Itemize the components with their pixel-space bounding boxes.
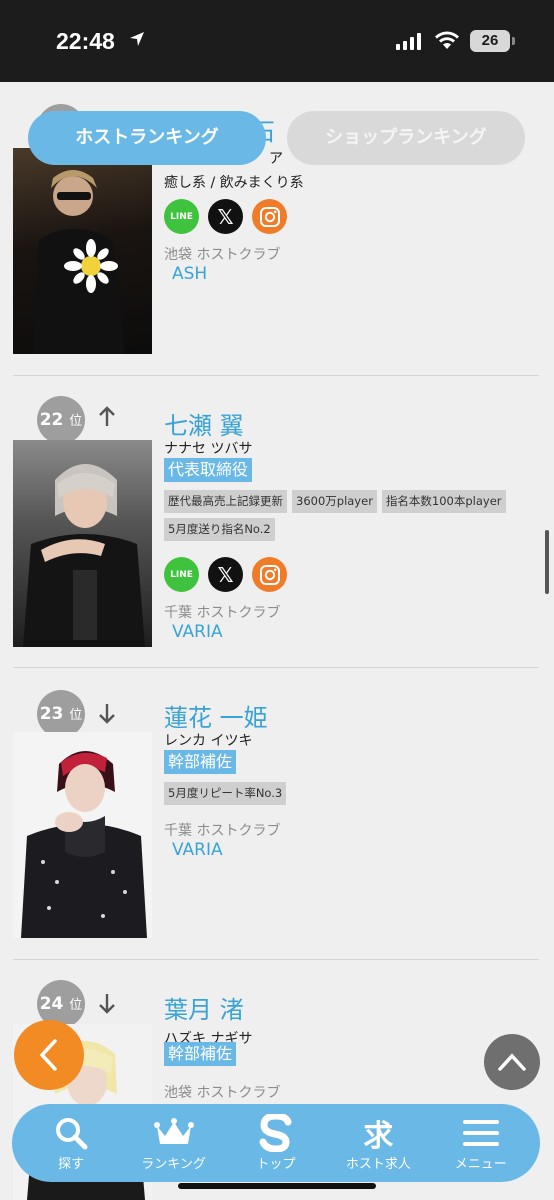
search-icon xyxy=(54,1114,88,1152)
ranking-card[interactable]: 23 位 蓮花 一姫 レンカ イツキ 幹部補佐 5月度リピート率No.3 千葉 … xyxy=(13,668,539,960)
shop-area: 千葉 ホストクラブ xyxy=(164,605,281,621)
host-photo[interactable] xyxy=(13,732,152,938)
rank-number: 23 xyxy=(39,704,64,724)
host-tag: 5月度リピート率No.3 xyxy=(164,782,287,805)
rank-suffix: 位 xyxy=(69,998,83,1013)
nav-recruit-label: ホスト求人 xyxy=(345,1157,411,1172)
nav-top-label: トップ xyxy=(256,1157,296,1172)
rank-badge: 23 位 xyxy=(37,690,85,738)
host-kana: ナナセ ツバサ xyxy=(164,441,253,457)
ranking-card[interactable]: 22 位 七瀬 翼 ナナセ ツバサ 代表取締役 歴代最高売上記録更新 3600万… xyxy=(13,376,539,668)
host-photo[interactable] xyxy=(13,148,152,354)
instagram-icon[interactable] xyxy=(252,199,287,234)
back-button[interactable] xyxy=(14,1020,84,1090)
rank-suffix: 位 xyxy=(69,414,83,429)
chevron-left-icon xyxy=(39,1039,57,1071)
nav-ranking-label: ランキング xyxy=(141,1157,206,1172)
host-tags: 歴代最高売上記録更新 3600万player 指名本数100本player 5月… xyxy=(164,490,524,541)
nav-menu-label: メニュー xyxy=(454,1157,507,1172)
menu-icon xyxy=(462,1114,500,1152)
host-name[interactable]: 蓮花 一姫 xyxy=(164,698,268,733)
bottom-navigation: 探す ランキング トップ 求 ホスト求人 メニュー xyxy=(12,1104,540,1182)
shop-name-link[interactable]: VARIA xyxy=(172,622,223,642)
wifi-icon xyxy=(434,30,460,54)
nav-ranking[interactable]: ランキング xyxy=(126,1114,222,1172)
social-links: LINE 𝕏 xyxy=(164,199,287,234)
host-tag: 歴代最高売上記録更新 xyxy=(164,490,287,513)
host-role-badge: 幹部補佐 xyxy=(164,1042,237,1066)
tab-host-ranking[interactable]: ホストランキング xyxy=(28,111,266,165)
host-role-badge: 代表取締役 xyxy=(164,458,253,482)
trend-down-icon xyxy=(97,992,117,1019)
kyu-icon: 求 xyxy=(363,1119,394,1154)
scroll-to-top-button[interactable] xyxy=(484,1034,540,1090)
battery-indicator: 26 xyxy=(470,30,515,52)
x-icon[interactable]: 𝕏 xyxy=(208,199,243,234)
location-arrow-icon xyxy=(128,30,146,52)
shop-area: 池袋 ホストクラブ xyxy=(164,1085,281,1101)
shop-name-link[interactable]: VARIA xyxy=(172,840,223,860)
trend-down-icon xyxy=(97,702,117,729)
shop-area: 池袋 ホストクラブ xyxy=(164,247,281,263)
host-tag: 指名本数100本player xyxy=(381,490,506,513)
trend-up-icon xyxy=(97,406,117,433)
host-kana: ア xyxy=(269,151,283,167)
line-icon[interactable]: LINE xyxy=(164,557,199,592)
nav-search[interactable]: 探す xyxy=(23,1114,119,1172)
host-role-badge: 幹部補佐 xyxy=(164,750,237,774)
rank-number: 22 xyxy=(39,410,64,430)
shop-name-link[interactable]: ASH xyxy=(172,264,207,284)
nav-recruit[interactable]: 求 ホスト求人 xyxy=(330,1114,426,1172)
rank-badge: 22 位 xyxy=(37,396,85,444)
host-kana: レンカ イツキ xyxy=(164,733,253,749)
cellular-signal-icon xyxy=(396,32,421,50)
nav-top[interactable]: トップ xyxy=(228,1114,324,1172)
scrollbar-thumb[interactable] xyxy=(545,530,549,594)
host-tag: 3600万player xyxy=(292,490,377,513)
x-icon[interactable]: 𝕏 xyxy=(208,557,243,592)
line-icon[interactable]: LINE xyxy=(164,199,199,234)
status-bar: 22:48 26 xyxy=(0,0,554,82)
rank-suffix: 位 xyxy=(69,708,83,723)
home-indicator xyxy=(178,1183,376,1189)
host-name[interactable]: 七瀬 翼 xyxy=(164,406,244,441)
host-photo[interactable] xyxy=(13,440,152,647)
status-time: 22:48 xyxy=(56,28,115,54)
s-logo-icon xyxy=(258,1114,294,1152)
instagram-icon[interactable] xyxy=(252,557,287,592)
crown-icon xyxy=(153,1114,194,1152)
host-tags: 5月度リピート率No.3 xyxy=(164,782,524,805)
tab-shop-ranking[interactable]: ショップランキング xyxy=(287,111,525,165)
social-links: LINE 𝕏 xyxy=(164,557,287,592)
host-tagline: 癒し系 / 飲みまくり系 xyxy=(164,175,304,191)
nav-menu[interactable]: メニュー xyxy=(433,1114,529,1172)
host-name[interactable]: 葉月 渚 xyxy=(164,990,244,1025)
nav-search-label: 探す xyxy=(58,1157,85,1172)
chevron-up-icon xyxy=(498,1053,526,1071)
rank-number: 24 xyxy=(39,994,64,1014)
host-tag: 5月度送り指名No.2 xyxy=(164,518,275,541)
shop-area: 千葉 ホストクラブ xyxy=(164,823,281,839)
